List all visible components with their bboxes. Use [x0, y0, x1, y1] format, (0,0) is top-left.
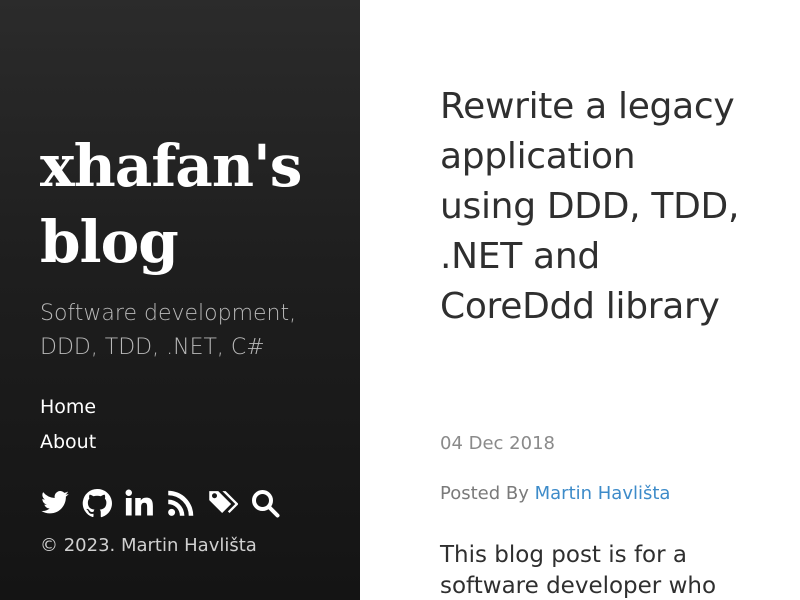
post-intro: This blog post is for a software develop… [440, 542, 717, 599]
page: xhafan's blog Software development, DDD,… [0, 0, 800, 600]
post-date: 04 Dec 2018 [440, 433, 555, 454]
linkedin-icon[interactable] [124, 488, 154, 518]
nav-link-about[interactable]: About [40, 431, 96, 453]
twitter-icon[interactable] [40, 488, 70, 518]
post-byline: Posted By Martin Havlišta [440, 483, 670, 504]
github-icon[interactable] [82, 488, 112, 518]
sidebar: xhafan's blog Software development, DDD,… [0, 0, 360, 600]
posted-by-label: Posted By [440, 483, 529, 504]
nav-item-home: Home [40, 393, 96, 428]
nav-item-about: About [40, 428, 96, 463]
tags-icon[interactable] [208, 488, 238, 518]
search-icon[interactable] [250, 488, 280, 518]
post-content: Rewrite a legacy application using DDD, … [360, 0, 800, 600]
site-title[interactable]: xhafan's blog [40, 128, 340, 280]
site-tagline: Software development, DDD, TDD, .NET, C# [40, 301, 297, 360]
sidebar-nav: Home About [40, 393, 96, 463]
copyright: © 2023. Martin Havlišta [40, 535, 257, 556]
nav-link-home[interactable]: Home [40, 396, 96, 418]
author-link[interactable]: Martin Havlišta [535, 483, 671, 504]
rss-icon[interactable] [166, 488, 196, 518]
social-links [40, 488, 280, 518]
post-title: Rewrite a legacy application using DDD, … [440, 86, 740, 327]
